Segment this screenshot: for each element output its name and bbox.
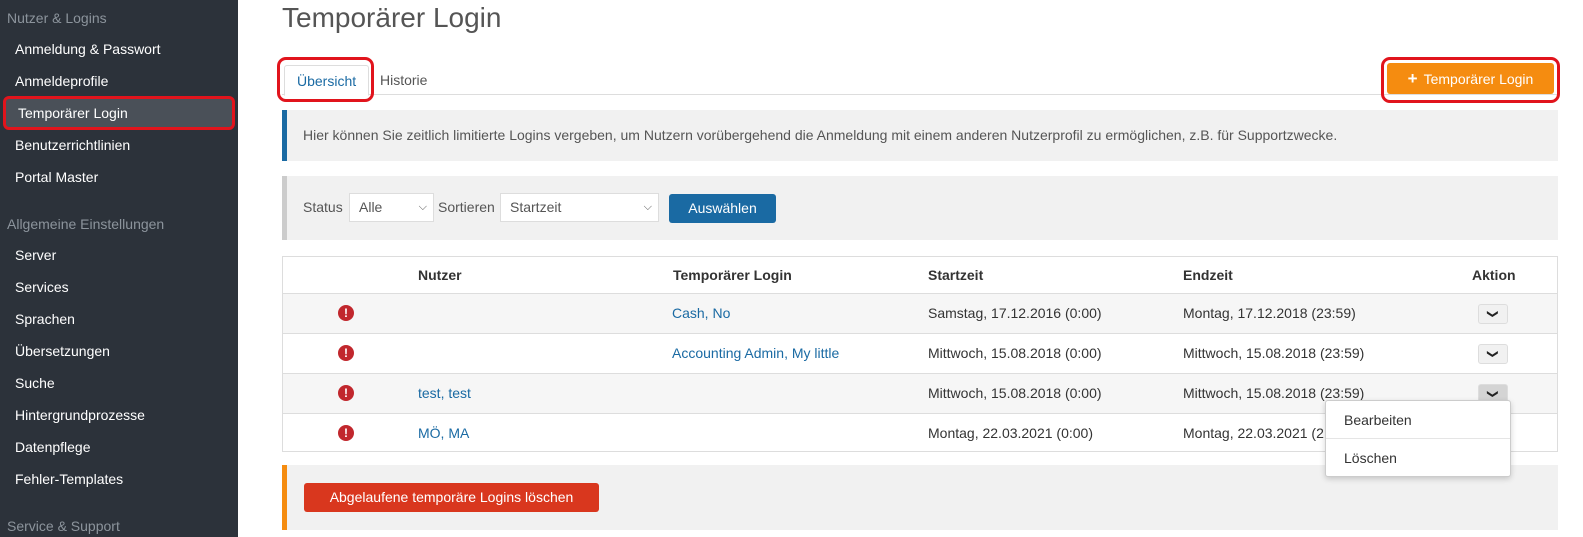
sidebar-item-server[interactable]: Server (0, 239, 238, 271)
sidebar-group-users: Nutzer & Logins (7, 10, 107, 26)
chevron-down-icon: ⌵ (418, 201, 427, 213)
action-menu: Bearbeiten Löschen (1325, 400, 1511, 477)
tab-history[interactable]: Historie (368, 65, 439, 96)
column-header-end: Endzeit (1183, 267, 1233, 283)
sort-select[interactable]: Startzeit ⌵ (500, 193, 659, 222)
menu-item-edit[interactable]: Bearbeiten (1326, 401, 1510, 439)
start-time: Montag, 22.03.2021 (0:00) (928, 425, 1094, 441)
end-time: Montag, 22.03.2021 (2 (1183, 425, 1324, 441)
chevron-down-icon: ❯ (1487, 349, 1499, 359)
apply-filter-button[interactable]: Auswählen (669, 194, 776, 223)
tab-bar: Übersicht Historie (282, 61, 1558, 96)
page-title: Temporärer Login (282, 2, 502, 33)
sidebar-item-login-password[interactable]: Anmeldung & Passwort (0, 33, 238, 65)
info-box: Hier können Sie zeitlich limitierte Logi… (282, 110, 1558, 161)
temporary-login-link[interactable]: Accounting Admin, My little (672, 334, 839, 373)
sidebar-item-portal-master[interactable]: Portal Master (0, 161, 238, 193)
sidebar-item-error-templates[interactable]: Fehler-Templates (0, 463, 238, 495)
delete-expired-logins-button[interactable]: Abgelaufene temporäre Logins löschen (304, 483, 599, 512)
table-row: ! Cash, No Samstag, 17.12.2016 (0:00) Mo… (283, 293, 1557, 333)
column-header-action: Aktion (1472, 267, 1516, 283)
sidebar-item-services[interactable]: Services (0, 271, 238, 303)
start-time: Mittwoch, 15.08.2018 (0:00) (928, 345, 1102, 361)
user-link[interactable]: MÖ, MA (418, 414, 469, 453)
error-icon: ! (338, 385, 354, 401)
error-icon: ! (338, 305, 354, 321)
sidebar-item-translations[interactable]: Übersetzungen (0, 335, 238, 367)
sidebar-item-temporary-login[interactable]: Temporärer Login (3, 96, 235, 130)
status-select-value: Alle (359, 199, 383, 215)
sidebar-item-search[interactable]: Suche (0, 367, 238, 399)
end-time: Mittwoch, 15.08.2018 (23:59) (1183, 345, 1365, 361)
column-header-user: Nutzer (418, 267, 462, 283)
sort-label: Sortieren (438, 199, 495, 215)
table-row: ! Accounting Admin, My little Mittwoch, … (283, 333, 1557, 373)
filter-bar: Status Alle ⌵ Sortieren Startzeit ⌵ Ausw… (282, 176, 1558, 240)
status-label: Status (303, 199, 343, 215)
chevron-down-icon: ❯ (1487, 309, 1499, 319)
sidebar-group-service-support: Service & Support (7, 518, 120, 534)
start-time: Mittwoch, 15.08.2018 (0:00) (928, 385, 1102, 401)
action-dropdown-button[interactable]: ❯ (1478, 344, 1508, 364)
error-icon: ! (338, 345, 354, 361)
sort-select-value: Startzeit (510, 199, 562, 215)
sidebar-item-login-profiles[interactable]: Anmeldeprofile (0, 65, 238, 97)
sidebar-item-data-maintenance[interactable]: Datenpflege (0, 431, 238, 463)
column-header-start: Startzeit (928, 267, 984, 283)
action-dropdown-button[interactable]: ❯ (1478, 304, 1508, 324)
sidebar-item-languages[interactable]: Sprachen (0, 303, 238, 335)
user-link[interactable]: test, test (418, 374, 471, 413)
chevron-down-icon: ⌵ (643, 201, 652, 213)
column-header-temporary-login: Temporärer Login (673, 267, 792, 283)
highlight-overview-tab (277, 57, 374, 102)
highlight-add-button (1381, 57, 1560, 103)
sidebar: Nutzer & Logins Anmeldung & Passwort Anm… (0, 0, 238, 537)
error-icon: ! (338, 425, 354, 441)
sidebar-item-user-policies[interactable]: Benutzerrichtlinien (0, 129, 238, 161)
sidebar-item-background-processes[interactable]: Hintergrundprozesse (0, 399, 238, 431)
sidebar-group-general: Allgemeine Einstellungen (7, 216, 165, 232)
start-time: Samstag, 17.12.2016 (0:00) (928, 305, 1102, 321)
temporary-login-link[interactable]: Cash, No (672, 294, 730, 333)
menu-item-delete[interactable]: Löschen (1326, 439, 1510, 477)
end-time: Montag, 17.12.2018 (23:59) (1183, 305, 1356, 321)
status-select[interactable]: Alle ⌵ (349, 193, 434, 222)
chevron-down-icon: ❯ (1487, 389, 1499, 399)
